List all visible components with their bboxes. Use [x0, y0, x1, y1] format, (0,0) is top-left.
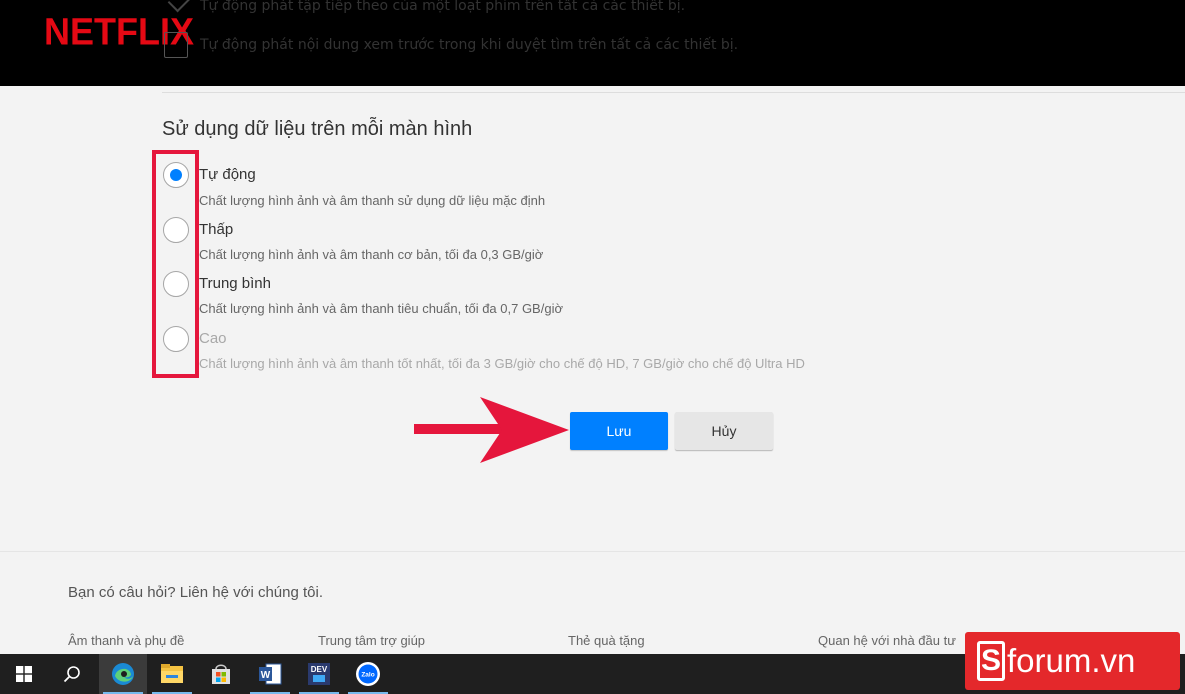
sforum-logo-icon: S: [977, 641, 1005, 681]
data-usage-title: Sử dụng dữ liệu trên mỗi màn hình: [162, 118, 473, 140]
netflix-header: NETFLIX Tự động phát tập tiếp theo của m…: [0, 0, 1185, 86]
contact-question[interactable]: Bạn có câu hỏi? Liên hệ với chúng tôi.: [68, 584, 323, 601]
svg-text:W: W: [261, 670, 271, 681]
footer-divider: [0, 551, 1185, 552]
search-icon[interactable]: [48, 654, 96, 694]
option-auto-label[interactable]: Tự động: [199, 166, 256, 183]
section-divider: [162, 92, 1185, 93]
dev-icon[interactable]: DEV: [295, 654, 343, 694]
option-low-label[interactable]: Thấp: [199, 221, 233, 238]
option-medium-label[interactable]: Trung bình: [199, 275, 271, 292]
sforum-watermark: S forum.vn: [965, 632, 1180, 690]
store-icon[interactable]: [197, 654, 245, 694]
annotation-arrow-icon: [414, 397, 569, 463]
option-high-description: Chất lượng hình ảnh và âm thanh tốt nhất…: [199, 356, 805, 371]
zalo-icon[interactable]: Zalo: [344, 654, 392, 694]
edge-icon[interactable]: [99, 654, 147, 694]
option-low-description: Chất lượng hình ảnh và âm thanh cơ bản, …: [199, 247, 544, 262]
save-button[interactable]: Lưu: [570, 412, 668, 450]
option-auto-description: Chất lượng hình ảnh và âm thanh sử dụng …: [199, 193, 546, 208]
footer-link-audio-subtitles[interactable]: Âm thanh và phụ đề: [68, 633, 184, 648]
svg-text:DEV: DEV: [311, 665, 328, 674]
word-icon[interactable]: W: [246, 654, 294, 694]
footer-link-help-center[interactable]: Trung tâm trợ giúp: [318, 633, 425, 648]
footer-link-gift-cards[interactable]: Thẻ quà tặng: [568, 633, 645, 648]
sforum-brand-text: forum.vn: [1007, 642, 1136, 679]
option-high-label[interactable]: Cao: [199, 330, 227, 347]
autoplay-next-label: Tự động phát tập tiếp theo của một loạt …: [200, 0, 686, 14]
footer-link-investor-relations[interactable]: Quan hệ với nhà đầu tư: [818, 633, 956, 648]
cancel-button[interactable]: Hủy: [675, 412, 773, 450]
autoplay-previews-label: Tự động phát nội dung xem trước trong kh…: [200, 37, 739, 53]
file-explorer-icon[interactable]: [148, 654, 196, 694]
windows-start-icon[interactable]: [0, 654, 48, 694]
autoplay-previews-checkbox[interactable]: [164, 32, 188, 58]
option-medium-description: Chất lượng hình ảnh và âm thanh tiêu chu…: [199, 301, 563, 316]
annotation-highlight-box: [152, 150, 199, 378]
svg-text:Zalo: Zalo: [361, 672, 374, 679]
